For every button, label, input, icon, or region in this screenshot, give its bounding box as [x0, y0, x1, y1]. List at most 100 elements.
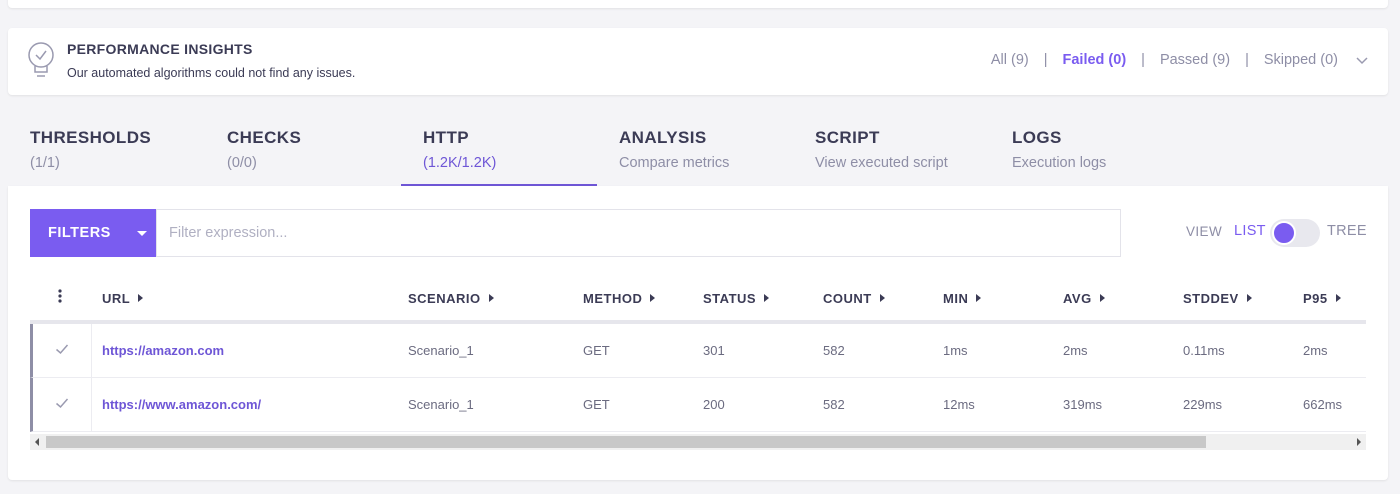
column-header-count[interactable]: COUNT	[823, 291, 885, 306]
check-icon	[56, 398, 69, 409]
column-header-label: COUNT	[823, 291, 872, 306]
filter-expression-input[interactable]	[156, 209, 1121, 257]
cell-count: 582	[823, 343, 845, 358]
scroll-left-icon[interactable]	[35, 438, 39, 446]
tab-thresholds[interactable]: THRESHOLDS (1/1)	[8, 110, 205, 186]
cell-avg: 319ms	[1063, 397, 1103, 412]
check-icon	[56, 344, 69, 355]
filter-separator: |	[1043, 52, 1048, 68]
cell-url[interactable]: https://amazon.com	[102, 343, 224, 358]
column-header-label: METHOD	[583, 291, 643, 306]
view-label: VIEW	[1186, 224, 1223, 239]
tab-title: SCRIPT	[815, 128, 880, 147]
tab-subtitle: Execution logs	[1012, 155, 1107, 171]
tab-subtitle: Compare metrics	[619, 155, 730, 171]
cell-min: 1ms	[943, 343, 968, 358]
tree-view-option[interactable]: TREE	[1327, 223, 1367, 239]
cell-method: GET	[583, 397, 610, 412]
row-divider	[91, 378, 92, 431]
cell-p95: 662ms	[1303, 397, 1343, 412]
cell-method: GET	[583, 343, 610, 358]
tab-title: LOGS	[1012, 128, 1062, 147]
cell-stddev: 0.11ms	[1183, 343, 1225, 358]
column-header-method[interactable]: METHOD	[583, 291, 656, 306]
tab-title: THRESHOLDS	[30, 128, 152, 147]
more-options-icon[interactable]	[57, 288, 63, 304]
chevron-down-icon[interactable]	[1356, 54, 1368, 66]
tab-logs[interactable]: LOGS Execution logs	[990, 110, 1186, 186]
table-header: URL SCENARIO METHOD STATUS COUNT MIN AVG…	[30, 276, 1366, 324]
filter-skipped[interactable]: Skipped (0)	[1264, 52, 1338, 68]
http-requests-table: URL SCENARIO METHOD STATUS COUNT MIN AVG…	[30, 276, 1366, 432]
filter-passed[interactable]: Passed (9)	[1160, 52, 1230, 68]
cell-status: 301	[703, 343, 725, 358]
scroll-right-icon[interactable]	[1357, 438, 1361, 446]
cell-url[interactable]: https://www.amazon.com/	[102, 397, 261, 412]
row-divider	[91, 324, 92, 377]
filter-failed[interactable]: Failed (0)	[1063, 52, 1127, 68]
tab-title: HTTP	[423, 128, 469, 147]
cell-min: 12ms	[943, 397, 975, 412]
sort-arrow-icon	[879, 294, 885, 302]
filter-separator: |	[1245, 52, 1249, 68]
column-header-avg[interactable]: AVG	[1063, 291, 1105, 306]
tab-checks[interactable]: CHECKS (0/0)	[205, 110, 401, 186]
table-row[interactable]: https://www.amazon.com/ Scenario_1 GET 2…	[30, 378, 1366, 432]
column-header-label: URL	[102, 291, 131, 306]
sort-arrow-icon	[976, 294, 982, 302]
column-header-label: MIN	[943, 291, 969, 306]
filters-button-label: FILTERS	[48, 225, 111, 241]
insights-title: PERFORMANCE INSIGHTS	[67, 41, 253, 57]
cell-avg: 2ms	[1063, 343, 1088, 358]
column-header-label: P95	[1303, 291, 1328, 306]
tab-subtitle: View executed script	[815, 155, 948, 171]
tab-http[interactable]: HTTP (1.2K/1.2K)	[401, 110, 597, 186]
filter-separator: |	[1141, 52, 1145, 68]
result-tabs: THRESHOLDS (1/1) CHECKS (0/0) HTTP (1.2K…	[8, 110, 1388, 186]
filters-button[interactable]: FILTERS	[30, 209, 156, 257]
cell-scenario: Scenario_1	[408, 343, 474, 358]
insights-subtitle: Our automated algorithms could not find …	[67, 66, 356, 80]
column-header-label: AVG	[1063, 291, 1092, 306]
column-header-label: STDDEV	[1183, 291, 1239, 306]
sort-arrow-icon	[488, 294, 494, 302]
scrollbar-thumb[interactable]	[46, 436, 1206, 448]
previous-card	[8, 0, 1388, 8]
tab-subtitle: (1.2K/1.2K)	[423, 155, 497, 171]
insights-filter-group: All (9) | Failed (0) | Passed (9) | Skip…	[991, 52, 1368, 68]
horizontal-scrollbar[interactable]	[30, 434, 1366, 450]
view-toggle[interactable]	[1270, 219, 1320, 247]
cell-scenario: Scenario_1	[408, 397, 474, 412]
tab-title: CHECKS	[227, 128, 302, 147]
http-panel: FILTERS VIEW LIST TREE URL SCENARIO METH…	[8, 186, 1388, 480]
column-header-label: SCENARIO	[408, 291, 481, 306]
sort-arrow-icon	[1246, 294, 1252, 302]
filter-all[interactable]: All (9)	[991, 52, 1029, 68]
tab-subtitle: (0/0)	[227, 155, 257, 171]
sort-arrow-icon	[1335, 294, 1341, 302]
caret-down-icon	[137, 231, 147, 236]
table-row[interactable]: https://amazon.com Scenario_1 GET 301 58…	[30, 324, 1366, 378]
cell-status: 200	[703, 397, 725, 412]
column-header-scenario[interactable]: SCENARIO	[408, 291, 494, 306]
column-header-p95[interactable]: P95	[1303, 291, 1341, 306]
column-header-min[interactable]: MIN	[943, 291, 982, 306]
sort-arrow-icon	[764, 294, 770, 302]
tab-subtitle: (1/1)	[30, 155, 60, 171]
sort-arrow-icon	[138, 294, 144, 302]
cell-p95: 2ms	[1303, 343, 1328, 358]
sort-arrow-icon	[1099, 294, 1105, 302]
cell-stddev: 229ms	[1183, 397, 1223, 412]
tab-analysis[interactable]: ANALYSIS Compare metrics	[597, 110, 793, 186]
toggle-knob	[1272, 221, 1296, 245]
list-view-option[interactable]: LIST	[1234, 223, 1266, 239]
tab-script[interactable]: SCRIPT View executed script	[793, 110, 990, 186]
column-header-url[interactable]: URL	[102, 291, 144, 306]
tab-title: ANALYSIS	[619, 128, 707, 147]
performance-insights-card: PERFORMANCE INSIGHTS Our automated algor…	[8, 28, 1388, 95]
column-header-label: STATUS	[703, 291, 757, 306]
sort-arrow-icon	[650, 294, 656, 302]
column-header-status[interactable]: STATUS	[703, 291, 770, 306]
lightbulb-icon	[28, 42, 54, 77]
column-header-stddev[interactable]: STDDEV	[1183, 291, 1252, 306]
